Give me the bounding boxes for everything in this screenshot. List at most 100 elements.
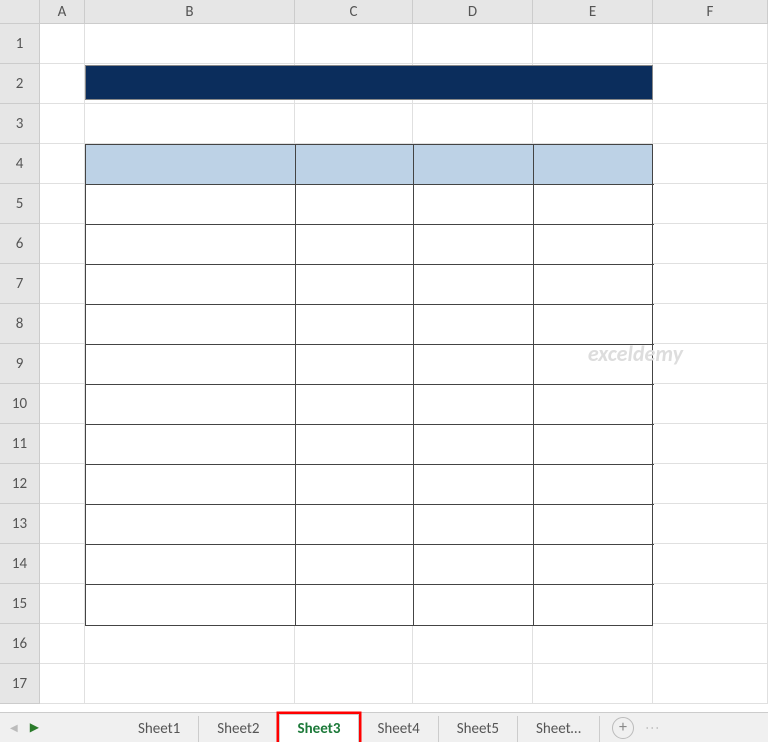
table-cell[interactable] [86, 585, 296, 625]
table-cell[interactable] [86, 225, 296, 265]
cell-E1[interactable] [533, 24, 653, 64]
table-cell[interactable] [296, 585, 414, 625]
table-header-cell[interactable] [534, 145, 654, 185]
cell-C17[interactable] [295, 664, 413, 704]
cell-C16[interactable] [295, 624, 413, 664]
table-cell[interactable] [296, 425, 414, 465]
cell-A5[interactable] [40, 184, 85, 224]
table-cell[interactable] [296, 465, 414, 505]
row-header-5[interactable]: 5 [0, 184, 40, 224]
sheet-tab-sheet4[interactable]: Sheet4 [359, 716, 438, 742]
cell-A11[interactable] [40, 424, 85, 464]
cell-F11[interactable] [653, 424, 768, 464]
row-header-7[interactable]: 7 [0, 264, 40, 304]
cell-F10[interactable] [653, 384, 768, 424]
cell-D16[interactable] [413, 624, 533, 664]
cell-F13[interactable] [653, 504, 768, 544]
table-cell[interactable] [86, 425, 296, 465]
table-cell[interactable] [534, 585, 654, 625]
table-cell[interactable] [534, 305, 654, 345]
row-header-14[interactable]: 14 [0, 544, 40, 584]
cell-F6[interactable] [653, 224, 768, 264]
table-cell[interactable] [414, 505, 534, 545]
cell-D3[interactable] [413, 104, 533, 144]
sheet-tab-sheet1[interactable]: Sheet1 [120, 716, 199, 742]
cell-E16[interactable] [533, 624, 653, 664]
tab-menu-dots-icon[interactable]: ⋮ [644, 721, 661, 735]
cell-F7[interactable] [653, 264, 768, 304]
table-cell[interactable] [86, 385, 296, 425]
row-header-12[interactable]: 12 [0, 464, 40, 504]
table-cell[interactable] [86, 465, 296, 505]
sheet-tab-sheet3[interactable]: Sheet3 [279, 714, 360, 742]
column-header-A[interactable]: A [40, 0, 85, 24]
cell-B16[interactable] [85, 624, 295, 664]
table-cell[interactable] [414, 185, 534, 225]
column-header-B[interactable]: B [85, 0, 295, 24]
cell-B3[interactable] [85, 104, 295, 144]
cell-A14[interactable] [40, 544, 85, 584]
table-cell[interactable] [296, 385, 414, 425]
column-header-E[interactable]: E [533, 0, 653, 24]
table-cell[interactable] [414, 425, 534, 465]
row-header-9[interactable]: 9 [0, 344, 40, 384]
table-cell[interactable] [414, 345, 534, 385]
table-cell[interactable] [534, 425, 654, 465]
cell-A7[interactable] [40, 264, 85, 304]
cell-F5[interactable] [653, 184, 768, 224]
table-cell[interactable] [414, 465, 534, 505]
sheet-tab-sheet[interactable]: Sheet… [518, 716, 600, 742]
row-header-13[interactable]: 13 [0, 504, 40, 544]
row-header-16[interactable]: 16 [0, 624, 40, 664]
table-cell[interactable] [296, 225, 414, 265]
column-header-D[interactable]: D [413, 0, 533, 24]
table-cell[interactable] [534, 345, 654, 385]
cell-C1[interactable] [295, 24, 413, 64]
cell-A4[interactable] [40, 144, 85, 184]
table-cell[interactable] [534, 185, 654, 225]
cell-A13[interactable] [40, 504, 85, 544]
table-cell[interactable] [534, 545, 654, 585]
row-header-10[interactable]: 10 [0, 384, 40, 424]
cell-F8[interactable] [653, 304, 768, 344]
cell-D1[interactable] [413, 24, 533, 64]
row-header-3[interactable]: 3 [0, 104, 40, 144]
cell-D17[interactable] [413, 664, 533, 704]
new-sheet-button[interactable]: + [612, 717, 634, 739]
row-header-17[interactable]: 17 [0, 664, 40, 704]
table-cell[interactable] [86, 265, 296, 305]
cell-F15[interactable] [653, 584, 768, 624]
table-cell[interactable] [86, 345, 296, 385]
column-header-F[interactable]: F [653, 0, 768, 24]
cell-F14[interactable] [653, 544, 768, 584]
table-cell[interactable] [534, 385, 654, 425]
table-cell[interactable] [414, 265, 534, 305]
table-cell[interactable] [296, 265, 414, 305]
cell-A16[interactable] [40, 624, 85, 664]
cell-A6[interactable] [40, 224, 85, 264]
row-header-6[interactable]: 6 [0, 224, 40, 264]
table-cell[interactable] [534, 265, 654, 305]
table-cell[interactable] [414, 545, 534, 585]
row-header-1[interactable]: 1 [0, 24, 40, 64]
row-header-4[interactable]: 4 [0, 144, 40, 184]
row-header-15[interactable]: 15 [0, 584, 40, 624]
cell-E17[interactable] [533, 664, 653, 704]
cell-A8[interactable] [40, 304, 85, 344]
table-cell[interactable] [86, 185, 296, 225]
cell-A9[interactable] [40, 344, 85, 384]
cell-A17[interactable] [40, 664, 85, 704]
table-header-cell[interactable] [86, 145, 296, 185]
table-cell[interactable] [534, 225, 654, 265]
cell-F4[interactable] [653, 144, 768, 184]
row-header-2[interactable]: 2 [0, 64, 40, 104]
cell-F17[interactable] [653, 664, 768, 704]
cell-C3[interactable] [295, 104, 413, 144]
table-cell[interactable] [296, 345, 414, 385]
table-cell[interactable] [296, 305, 414, 345]
table-cell[interactable] [534, 505, 654, 545]
table-cell[interactable] [296, 505, 414, 545]
table-header-cell[interactable] [296, 145, 414, 185]
cell-F3[interactable] [653, 104, 768, 144]
cell-F1[interactable] [653, 24, 768, 64]
